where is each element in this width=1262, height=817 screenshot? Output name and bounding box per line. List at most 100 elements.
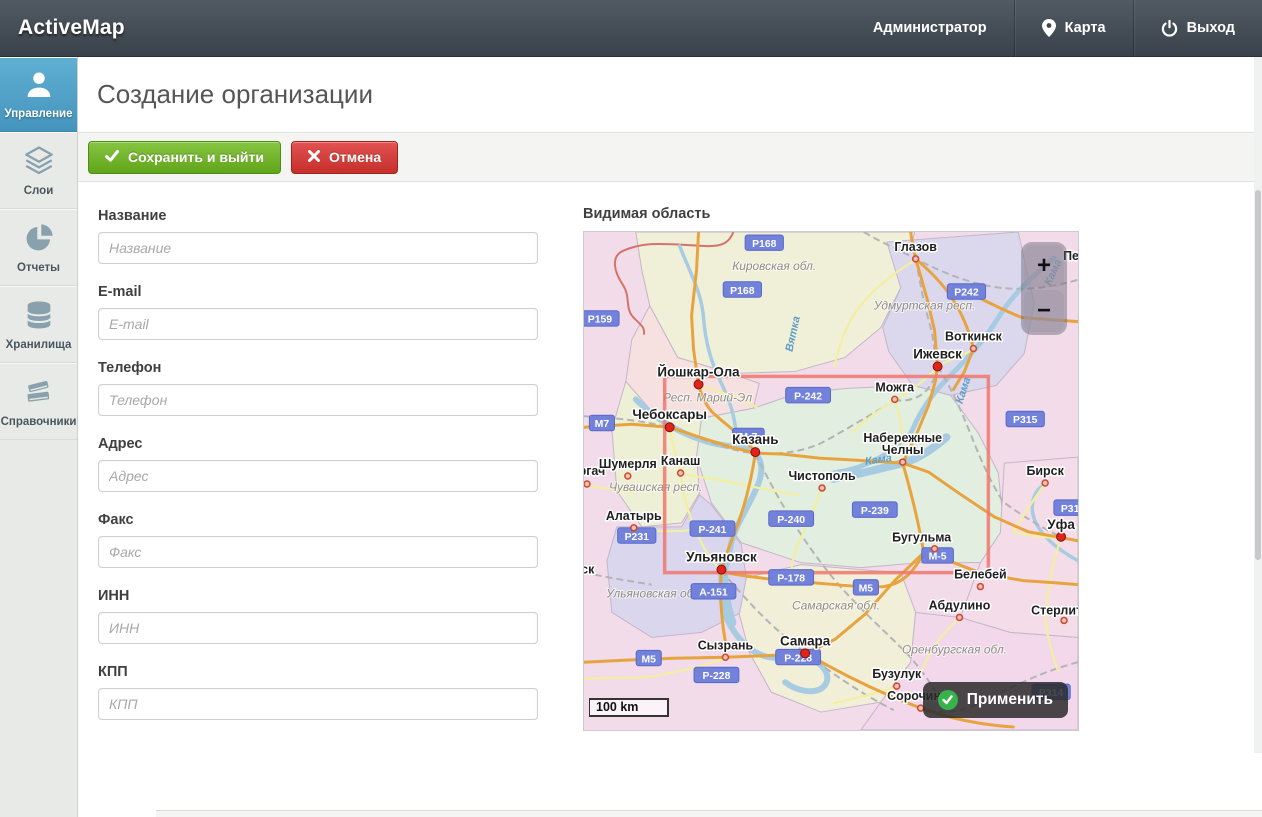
road-badge: М5: [853, 580, 878, 595]
svg-text:Сызрань: Сызрань: [698, 638, 754, 652]
road-badge: Р-242: [786, 387, 831, 402]
pie-chart-icon: [22, 221, 56, 255]
form-field: E-mail: [98, 284, 538, 340]
svg-text:М5: М5: [859, 584, 874, 595]
svg-text:Чебоксары: Чебоксары: [632, 407, 707, 422]
svg-text:М5: М5: [641, 654, 656, 665]
sidebar-item-label: Слои: [24, 185, 54, 197]
field-input[interactable]: [98, 460, 538, 492]
form-field: КПП: [98, 664, 538, 720]
svg-text:Р168: Р168: [752, 239, 777, 250]
map-city: нск: [584, 563, 595, 577]
field-input[interactable]: [98, 308, 538, 340]
form-field: Адрес: [98, 436, 538, 492]
svg-text:Р315: Р315: [1061, 504, 1078, 515]
bottom-toolbar: Сохранить и выйти Отмена: [156, 810, 1262, 817]
field-label: ИНН: [98, 588, 538, 604]
road-badge: Р-228: [776, 649, 821, 664]
zoom-in-button[interactable]: +: [1024, 245, 1064, 287]
svg-text:Алатырь: Алатырь: [606, 509, 662, 523]
form-field: Телефон: [98, 360, 538, 416]
sidebar-item-reports[interactable]: Отчеты: [0, 209, 77, 286]
apply-button-label: Применить: [967, 691, 1053, 709]
road-badge: Р315: [1054, 500, 1078, 515]
svg-text:Р-240: Р-240: [777, 515, 805, 526]
zoom-out-button[interactable]: −: [1024, 290, 1064, 332]
svg-text:Шумерля: Шумерля: [599, 457, 657, 471]
svg-text:нск: нск: [584, 563, 595, 577]
svg-text:М7: М7: [595, 419, 610, 430]
svg-text:Белебей: Белебей: [954, 568, 1007, 582]
organization-form: Название E-mail Телефон Адрес Факс ИНН КПП: [98, 208, 538, 740]
sidebar-item-label: Управление: [5, 108, 73, 120]
svg-text:Ульяновск: Ульяновск: [686, 550, 757, 565]
logout-link[interactable]: Выход: [1134, 0, 1262, 56]
svg-text:Канаш: Канаш: [661, 454, 700, 468]
road-badge: Р-241: [690, 521, 735, 536]
svg-text:Р-241: Р-241: [699, 525, 727, 536]
map-region-label: Удмуртская респ.: [873, 299, 976, 313]
road-badge: М7: [589, 415, 614, 430]
svg-text:Воткинск: Воткинск: [945, 330, 1003, 344]
scrollbar-thumb[interactable]: [1255, 190, 1261, 560]
road-badge: Р-178: [769, 570, 814, 585]
save-button-label: Сохранить и выйти: [128, 149, 264, 165]
map-panel: Видимая область: [583, 206, 1079, 731]
form-field: Название: [98, 208, 538, 264]
main-area: Создание организации Сохранить и выйти О…: [78, 57, 1262, 817]
cancel-button-label: Отмена: [329, 149, 381, 165]
svg-text:М-5: М-5: [929, 552, 947, 563]
field-label: Факс: [98, 512, 538, 528]
visible-area-map[interactable]: Кировская обл.Удмуртская респ.Респ. Мари…: [583, 231, 1079, 731]
field-input[interactable]: [98, 612, 538, 644]
field-input[interactable]: [98, 688, 538, 720]
x-icon: [308, 149, 320, 165]
road-badge: Р315: [1006, 411, 1044, 426]
svg-text:Уфа: Уфа: [1047, 517, 1075, 532]
field-input[interactable]: [98, 232, 538, 264]
svg-text:Чистополь: Чистополь: [788, 469, 856, 483]
field-label: Название: [98, 208, 538, 224]
map-link[interactable]: Карта: [1015, 0, 1133, 56]
map-panel-label: Видимая область: [583, 206, 1079, 222]
map-region-label: Оренбургская обл.: [902, 642, 1007, 656]
user-icon: [22, 69, 56, 101]
road-badge: Р242: [947, 284, 985, 299]
road-badge: Р168: [745, 235, 783, 250]
header-menu: Администратор Карта Выход: [846, 0, 1262, 56]
power-icon: [1161, 20, 1178, 37]
road-badge: Р-228: [694, 667, 739, 682]
sidebar-item-management[interactable]: Управление: [0, 57, 77, 132]
sidebar-item-label: Отчеты: [17, 262, 60, 274]
database-icon: [22, 298, 56, 332]
sidebar-item-storages[interactable]: Хранилища: [0, 286, 77, 363]
road-badge: Р-240: [769, 511, 814, 526]
field-input[interactable]: [98, 384, 538, 416]
map-region-label: Кировская обл.: [732, 259, 816, 273]
svg-text:Абдулино: Абдулино: [929, 598, 991, 612]
svg-text:Можга: Можга: [875, 380, 914, 394]
check-circle-icon: [938, 690, 958, 710]
field-input[interactable]: [98, 536, 538, 568]
road-badge: Р168: [723, 282, 761, 297]
user-menu[interactable]: Администратор: [846, 0, 1014, 56]
svg-text:Йошкар-Ола: Йошкар-Ола: [657, 364, 740, 379]
field-label: КПП: [98, 664, 538, 680]
top-toolbar: Сохранить и выйти Отмена: [78, 132, 1262, 182]
svg-text:Р315: Р315: [1013, 415, 1038, 426]
map-region-label: Ульяновская обл.: [605, 587, 703, 601]
user-name-label: Администратор: [873, 20, 987, 36]
app-logo: ActiveMap: [18, 16, 125, 40]
page-head: Создание организации: [78, 57, 1262, 132]
logout-label: Выход: [1187, 20, 1235, 36]
sidebar-item-directories[interactable]: Справочники: [0, 363, 77, 440]
road-badge: Р231: [618, 528, 656, 543]
save-button[interactable]: Сохранить и выйти: [88, 141, 281, 174]
map-zoom-control: + −: [1021, 242, 1067, 335]
sidebar-item-layers[interactable]: Слои: [0, 132, 77, 209]
apply-button[interactable]: Применить: [923, 682, 1068, 718]
svg-text:Р-178: Р-178: [777, 574, 805, 585]
app-window: ActiveMap Администратор Карта Выход: [0, 0, 1262, 817]
location-pin-icon: [1042, 19, 1056, 37]
cancel-button[interactable]: Отмена: [291, 141, 398, 174]
